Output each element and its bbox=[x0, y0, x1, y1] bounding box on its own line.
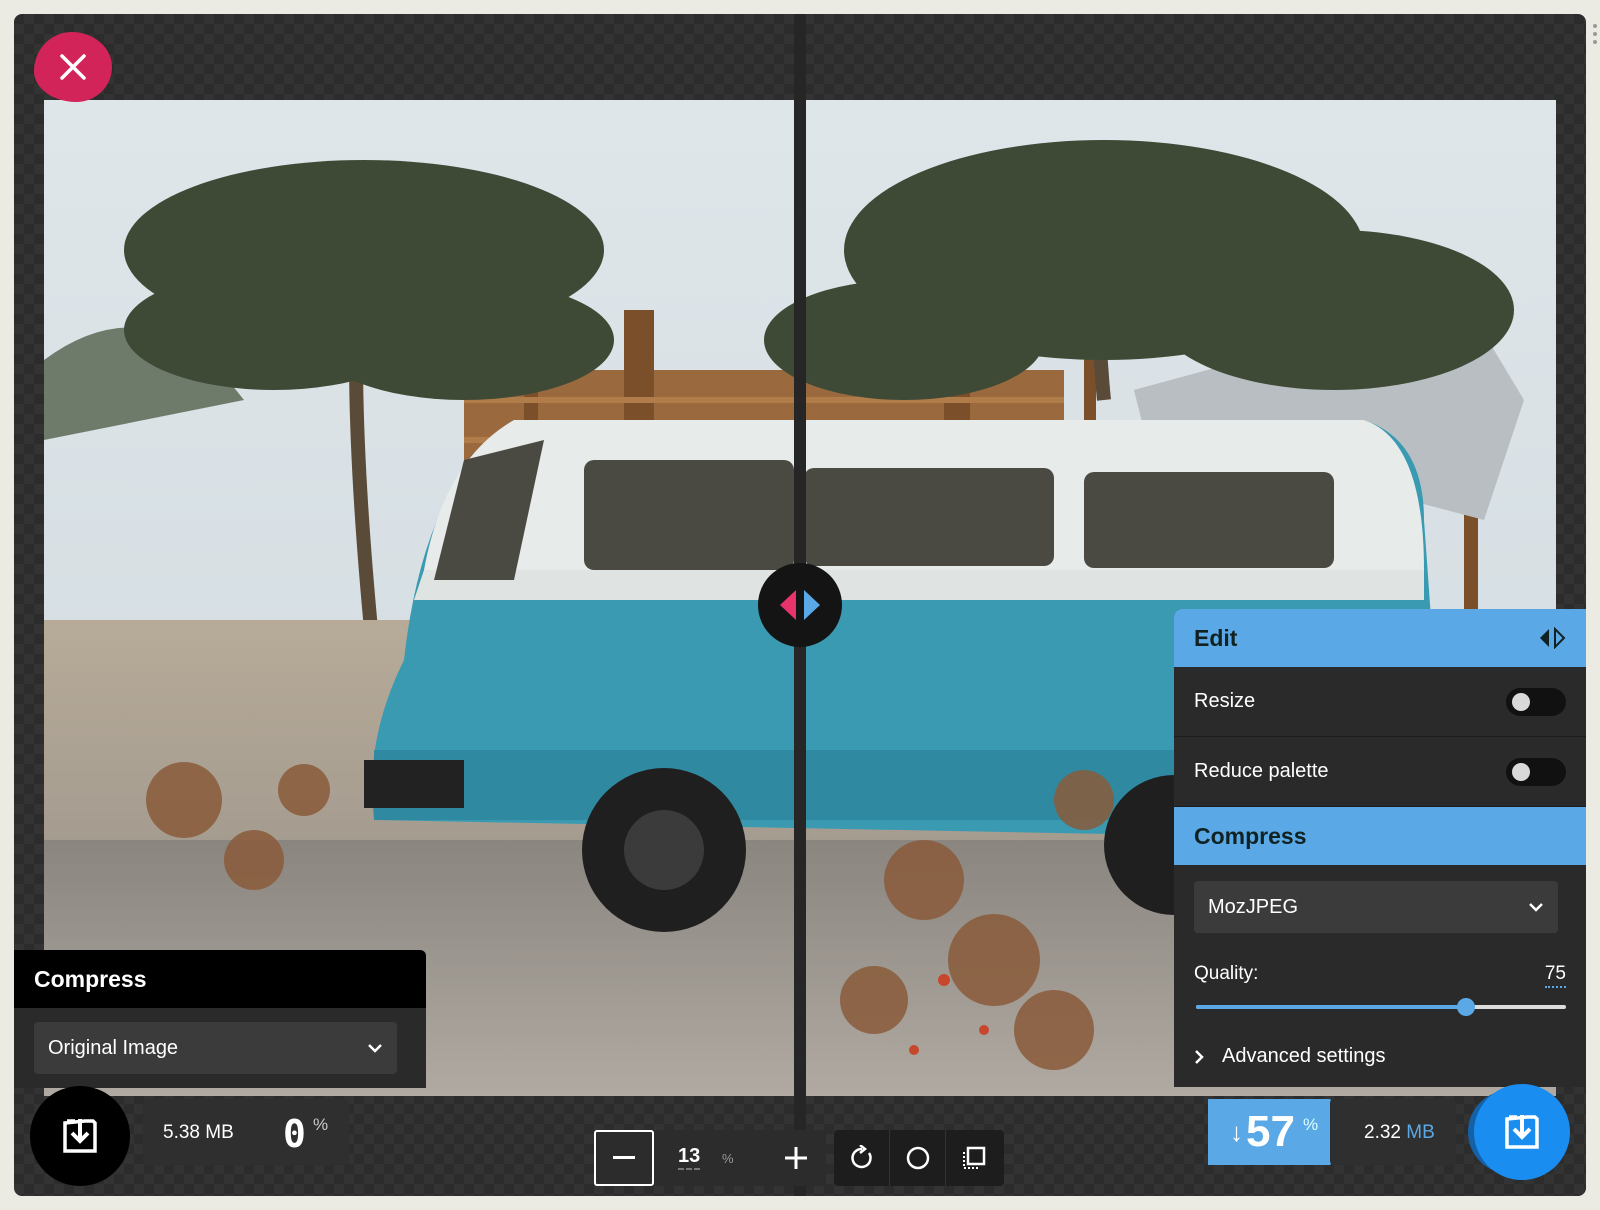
edit-title: Edit bbox=[1194, 624, 1238, 651]
quality-slider[interactable] bbox=[1196, 998, 1566, 1016]
chevron-right-icon bbox=[1195, 1049, 1204, 1064]
compressed-size-box: 2.32 MB bbox=[1330, 1099, 1456, 1165]
resize-label: Resize bbox=[1194, 690, 1256, 712]
compress-header: Compress bbox=[1174, 807, 1586, 865]
quality-slider-fill bbox=[1196, 1005, 1467, 1009]
download-original-button[interactable] bbox=[30, 1086, 130, 1186]
original-size-box: 5.38 MB 0 % bbox=[143, 1099, 349, 1165]
original-percent: 0 bbox=[283, 1112, 306, 1156]
compressed-size-number: 2.32 bbox=[1364, 1122, 1401, 1143]
right-options-panel: Edit Resize Reduce palette Compress MozJ… bbox=[1174, 609, 1586, 1087]
window-grip bbox=[1592, 24, 1598, 54]
savings-percent-symbol: % bbox=[1303, 1115, 1319, 1134]
background-toggle-button[interactable] bbox=[890, 1130, 946, 1186]
download-icon bbox=[63, 1119, 97, 1153]
quality-slider-thumb[interactable] bbox=[1457, 998, 1476, 1016]
zoom-out-button[interactable] bbox=[594, 1130, 654, 1186]
resize-row: Resize bbox=[1174, 667, 1586, 737]
zoom-unit: % bbox=[722, 1151, 734, 1166]
savings-badge: ↓ 57 % bbox=[1208, 1099, 1350, 1165]
zoom-in-button[interactable] bbox=[766, 1130, 826, 1186]
reduce-palette-toggle[interactable] bbox=[1506, 757, 1566, 786]
chevron-down-icon bbox=[368, 1044, 382, 1053]
split-toggle-icon[interactable] bbox=[1538, 627, 1566, 649]
close-button[interactable] bbox=[34, 32, 112, 102]
original-size: 5.38 MB bbox=[163, 1122, 234, 1143]
minus-icon bbox=[613, 1156, 635, 1159]
left-compress-title: Compress bbox=[14, 950, 426, 1008]
compressed-size-unit: MB bbox=[1406, 1122, 1435, 1143]
download-icon bbox=[1505, 1115, 1539, 1149]
crop-icon bbox=[963, 1146, 986, 1169]
left-options-panel: Compress Original Image bbox=[14, 950, 426, 1088]
compress-title: Compress bbox=[1194, 822, 1307, 849]
codec-select[interactable]: MozJPEG bbox=[1194, 881, 1558, 933]
resize-toggle[interactable] bbox=[1506, 687, 1566, 716]
reduce-palette-label: Reduce palette bbox=[1194, 760, 1329, 782]
reduce-palette-row: Reduce palette bbox=[1174, 737, 1586, 807]
circle-icon bbox=[906, 1146, 929, 1170]
zoom-value[interactable]: 13 bbox=[678, 1145, 701, 1170]
zoom-controls: 13 % bbox=[594, 1130, 826, 1186]
left-codec-select[interactable]: Original Image bbox=[34, 1022, 397, 1074]
quality-row: Quality: 75 bbox=[1194, 963, 1566, 988]
rotate-button[interactable] bbox=[834, 1130, 890, 1186]
view-tools bbox=[834, 1130, 1004, 1186]
split-arrows-icon bbox=[780, 590, 820, 620]
edit-header: Edit bbox=[1174, 609, 1586, 667]
savings-percent: 57 bbox=[1246, 1107, 1295, 1156]
quality-value[interactable]: 75 bbox=[1544, 963, 1566, 988]
left-codec-value: Original Image bbox=[48, 1036, 179, 1059]
rotate-icon bbox=[850, 1145, 872, 1169]
close-icon bbox=[60, 54, 86, 80]
chevron-down-icon bbox=[1529, 903, 1543, 912]
plus-icon bbox=[785, 1147, 807, 1169]
split-handle[interactable] bbox=[758, 563, 842, 647]
crop-button[interactable] bbox=[946, 1130, 1002, 1186]
advanced-settings-toggle[interactable]: Advanced settings bbox=[1194, 1045, 1385, 1068]
quality-label: Quality: bbox=[1194, 963, 1259, 984]
savings-arrow: ↓ bbox=[1230, 1117, 1243, 1147]
advanced-settings-label: Advanced settings bbox=[1222, 1045, 1386, 1067]
codec-value: MozJPEG bbox=[1208, 895, 1299, 918]
download-compressed-button[interactable] bbox=[1474, 1084, 1570, 1180]
original-percent-symbol: % bbox=[313, 1115, 329, 1134]
